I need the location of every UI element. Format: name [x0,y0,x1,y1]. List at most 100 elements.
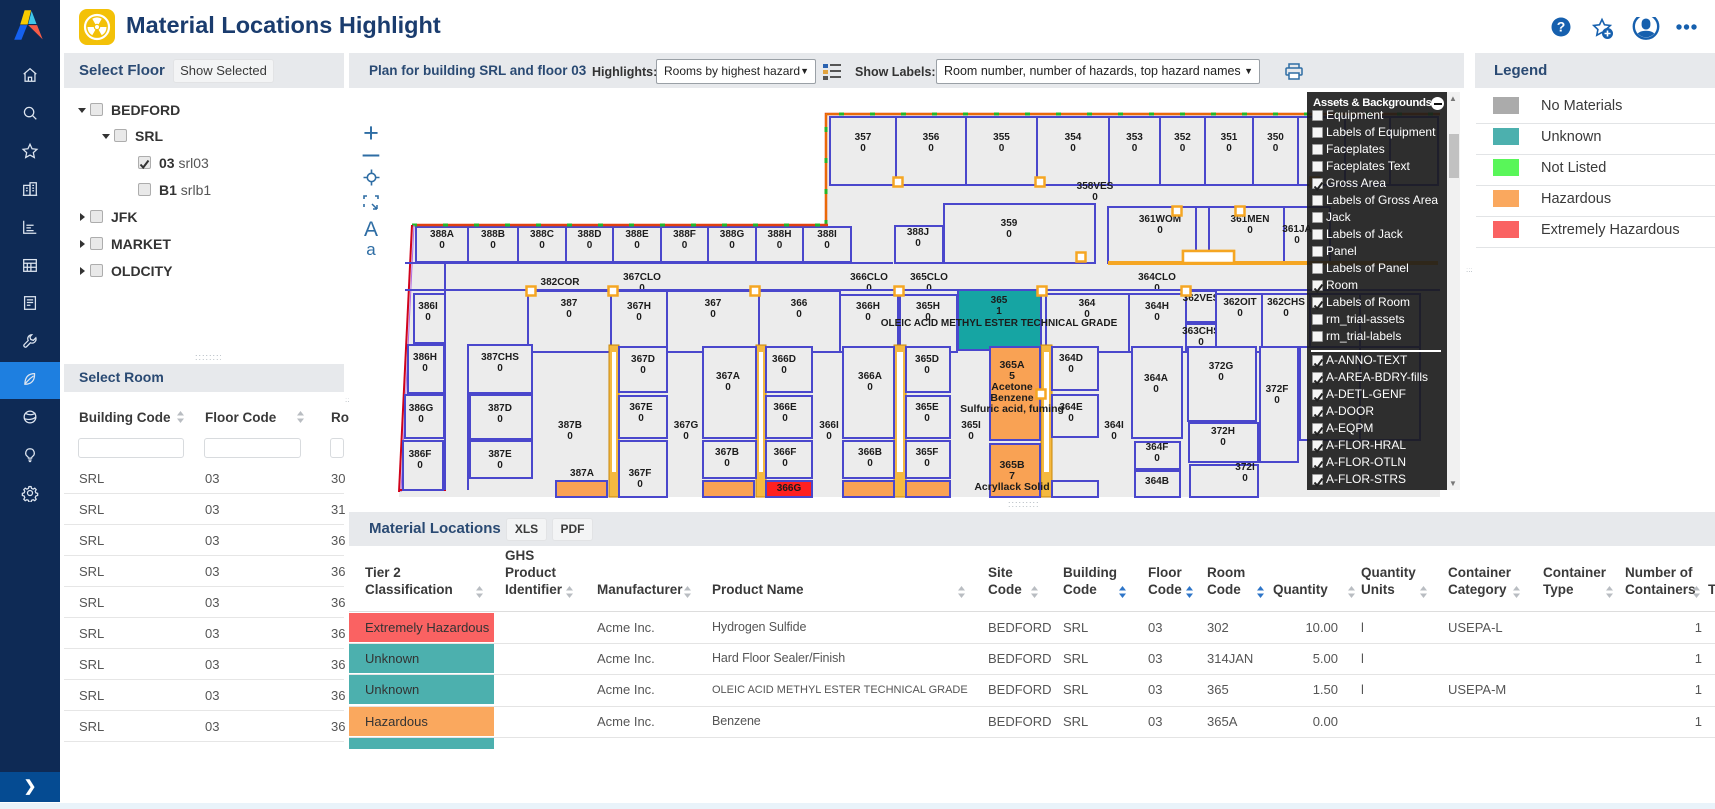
svg-text:366E: 366E [773,402,797,413]
svg-text:0: 0 [422,363,428,374]
svg-text:388D: 388D [578,229,602,240]
svg-text:0: 0 [824,240,830,251]
svg-text:388H: 388H [768,229,792,240]
svg-text:353: 353 [1126,132,1143,143]
svg-text:OLEIC ACID METHYL ESTER TECHNI: OLEIC ACID METHYL ESTER TECHNICAL GRADE [881,318,1118,329]
svg-text:365I: 365I [961,420,981,431]
svg-text:387A: 387A [570,468,594,479]
svg-text:388C: 388C [530,229,554,240]
svg-text:0: 0 [1068,413,1074,424]
svg-text:352: 352 [1174,132,1191,143]
svg-text:0: 0 [1180,143,1186,154]
svg-text:364H: 364H [1145,301,1169,312]
svg-text:357: 357 [855,132,872,143]
svg-text:0: 0 [867,382,873,393]
svg-text:0: 0 [439,240,445,251]
svg-text:388F: 388F [673,229,696,240]
svg-text:372I: 372I [1235,462,1255,473]
svg-text:367: 367 [705,298,722,309]
svg-text:366A: 366A [858,371,882,382]
svg-text:0: 0 [777,240,783,251]
svg-text:0: 0 [490,240,496,251]
svg-text:0: 0 [866,283,872,294]
svg-text:388J: 388J [907,227,929,238]
svg-text:0: 0 [865,312,871,323]
svg-text:0: 0 [567,431,573,442]
svg-text:0: 0 [497,460,503,471]
svg-text:364: 364 [1079,298,1096,309]
svg-text:355: 355 [993,132,1010,143]
svg-text:366CLO: 366CLO [850,272,888,283]
svg-text:356: 356 [923,132,940,143]
svg-text:364A: 364A [1144,373,1168,384]
svg-text:388E: 388E [625,229,649,240]
svg-text:0: 0 [999,143,1005,154]
svg-text:365F: 365F [916,447,939,458]
svg-text:367B: 367B [715,447,739,458]
svg-text:359: 359 [1001,218,1018,229]
svg-text:350: 350 [1267,132,1284,143]
svg-text:0: 0 [796,309,802,320]
svg-text:1: 1 [996,306,1002,317]
svg-text:387CHS: 387CHS [481,352,519,363]
svg-text:388A: 388A [430,229,454,240]
svg-text:0: 0 [924,413,930,424]
svg-text:386I: 386I [418,301,438,312]
svg-text:0: 0 [418,414,424,425]
svg-text:0: 0 [915,238,921,249]
svg-text:365D: 365D [915,354,939,365]
svg-text:0: 0 [1111,431,1117,442]
svg-text:0: 0 [729,240,735,251]
svg-text:362CHS: 362CHS [1267,297,1305,308]
svg-text:0: 0 [1247,225,1253,236]
svg-text:0: 0 [1132,143,1138,154]
svg-text:372F: 372F [1266,384,1289,395]
svg-text:372H: 372H [1211,426,1235,437]
svg-text:0: 0 [1220,437,1226,448]
svg-text:386F: 386F [409,449,432,460]
svg-text:366F: 366F [774,447,797,458]
svg-text:367A: 367A [716,371,740,382]
svg-text:0: 0 [924,458,930,469]
svg-text:0: 0 [566,309,572,320]
svg-text:367F: 367F [629,468,652,479]
svg-text:386G: 386G [409,403,434,414]
svg-text:366I: 366I [819,420,839,431]
svg-text:367G: 367G [674,420,699,431]
svg-text:0: 0 [587,240,593,251]
svg-text:0: 0 [417,460,423,471]
svg-text:387E: 387E [488,449,512,460]
svg-text:387B: 387B [558,420,582,431]
svg-text:0: 0 [1283,308,1289,319]
svg-text:367H: 367H [627,301,651,312]
svg-text:367D: 367D [631,354,655,365]
svg-text:365: 365 [991,295,1008,306]
svg-text:0: 0 [968,431,974,442]
svg-text:351: 351 [1221,132,1238,143]
svg-text:0: 0 [497,414,503,425]
svg-text:366: 366 [791,298,808,309]
svg-text:372G: 372G [1209,361,1234,372]
svg-text:0: 0 [539,240,545,251]
svg-text:358VES: 358VES [1077,181,1114,192]
svg-text:364CLO: 364CLO [1138,272,1176,283]
svg-text:0: 0 [1274,395,1280,406]
svg-text:0: 0 [1273,143,1279,154]
svg-text:366D: 366D [772,354,796,365]
svg-text:388I: 388I [817,229,837,240]
svg-text:364D: 364D [1059,353,1083,364]
svg-text:362OIT: 362OIT [1223,297,1256,308]
svg-text:0: 0 [1070,143,1076,154]
svg-text:0: 0 [1154,453,1160,464]
svg-text:0: 0 [1242,473,1248,484]
svg-text:365E: 365E [915,402,939,413]
svg-text:0: 0 [1154,283,1160,294]
svg-text:0: 0 [497,363,503,374]
svg-text:0: 0 [710,309,716,320]
svg-text:0: 0 [924,365,930,376]
svg-text:0: 0 [1294,235,1300,246]
svg-text:0: 0 [724,458,730,469]
svg-text:0: 0 [725,382,731,393]
svg-text:0: 0 [826,431,832,442]
svg-text:0: 0 [1154,312,1160,323]
